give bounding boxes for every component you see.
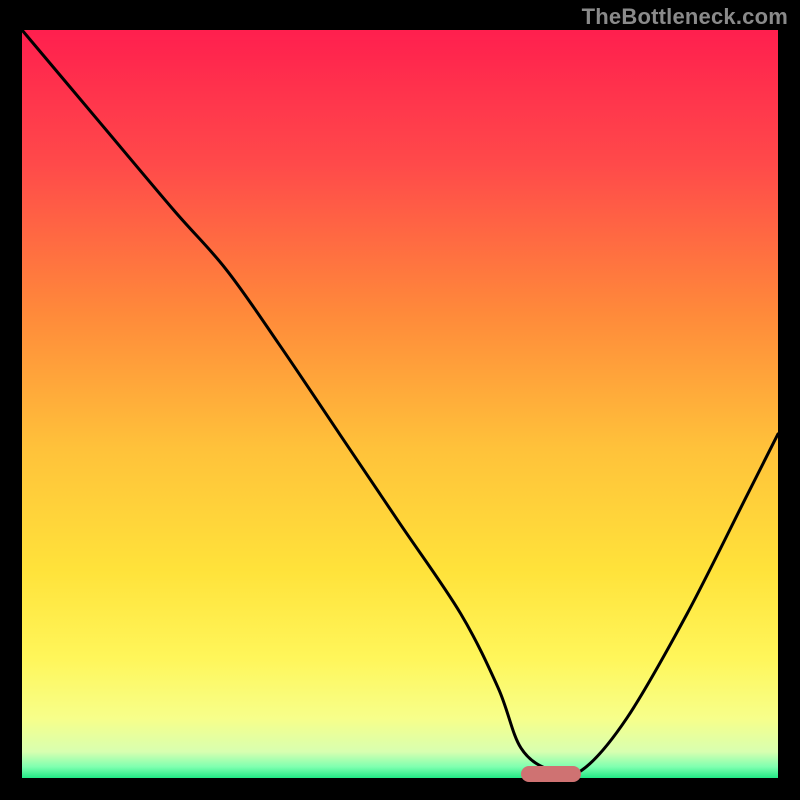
chart-area [20,28,780,780]
plot-inner [22,30,778,778]
gradient-background [22,30,778,778]
watermark-text: TheBottleneck.com [582,4,788,30]
optimal-range-marker [521,766,581,782]
